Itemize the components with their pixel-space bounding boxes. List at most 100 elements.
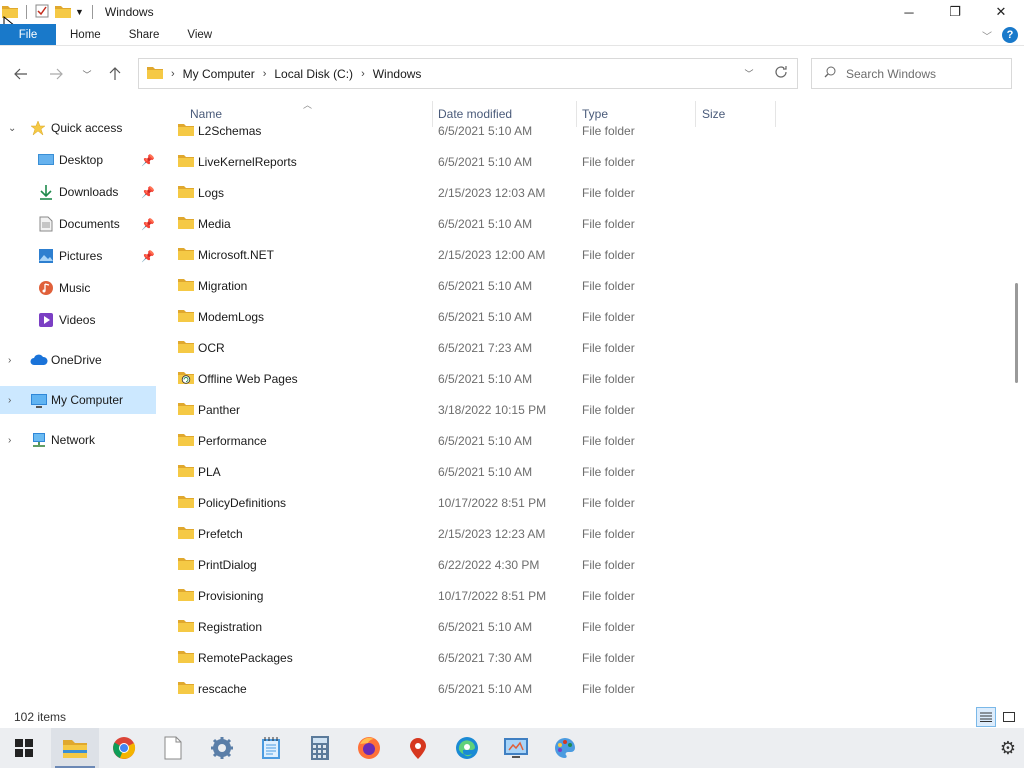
taskbar-notepad[interactable] — [247, 728, 295, 768]
sidebar-item-network[interactable]: › Network — [0, 426, 156, 454]
expand-ribbon-icon[interactable]: ﹀ — [982, 28, 992, 43]
file-name: Migration — [198, 278, 248, 293]
folder-icon — [178, 557, 194, 574]
chevron-right-icon[interactable]: › — [361, 68, 365, 80]
recent-locations-icon[interactable]: ﹀ — [72, 59, 102, 89]
sidebar-item-quick-access[interactable]: ⌄ Quick access — [0, 114, 156, 142]
file-type: File folder — [582, 216, 635, 231]
sidebar-item-documents[interactable]: Documents 📌 — [0, 210, 156, 238]
file-date-modified: 6/5/2021 5:10 AM — [438, 433, 533, 448]
customize-toolbar-icon[interactable]: ▼ — [75, 7, 84, 17]
folder-icon — [178, 278, 194, 295]
taskbar-firefox[interactable] — [345, 728, 393, 768]
address-bar[interactable]: › My Computer › Local Disk (C:) › Window… — [138, 58, 798, 89]
taskbar-file-explorer[interactable] — [51, 728, 99, 768]
table-row[interactable]: Prefetch 2/15/2023 12:23 AM File folder — [170, 518, 1010, 549]
table-row[interactable]: Performance 6/5/2021 5:10 AM File folder — [170, 425, 1010, 456]
table-row[interactable]: Panther 3/18/2022 10:15 PM File folder — [170, 394, 1010, 425]
table-row[interactable]: LiveKernelReports 6/5/2021 5:10 AM File fo… — [170, 146, 1010, 177]
table-row[interactable]: Provisioning 10/17/2022 8:51 PM File folde… — [170, 580, 1010, 611]
offline-folder-icon — [178, 371, 194, 388]
help-icon[interactable]: ? — [1002, 27, 1018, 43]
file-name: PLA — [198, 464, 221, 479]
file-date-modified: 6/5/2021 5:10 AM — [438, 216, 533, 231]
file-name: LiveKernelReports — [198, 154, 297, 169]
table-row[interactable]: Microsoft.NET 2/15/2023 12:00 AM File fold… — [170, 239, 1010, 270]
pin-icon[interactable]: 📌 — [141, 250, 155, 263]
chevron-down-icon[interactable]: ⌄ — [8, 123, 16, 134]
table-row[interactable]: PLA 6/5/2021 5:10 AM File folder — [170, 456, 1010, 487]
taskbar-chrome[interactable] — [100, 728, 148, 768]
search-input[interactable]: Search Windows — [846, 67, 936, 81]
table-row[interactable]: RemotePackages 6/5/2021 7:30 AM File folde… — [170, 642, 1010, 673]
chevron-right-icon[interactable]: › — [8, 435, 11, 446]
taskbar-control-panel[interactable] — [492, 728, 540, 768]
tab-home[interactable]: Home — [56, 24, 115, 45]
table-row[interactable]: Offline Web Pages 6/5/2021 5:10 AM File fo… — [170, 363, 1010, 394]
sidebar-item-downloads[interactable]: Downloads 📌 — [0, 178, 156, 206]
table-row[interactable]: OCR 6/5/2021 7:23 AM File folder — [170, 332, 1010, 363]
folder-icon — [178, 433, 194, 450]
table-row[interactable]: L2Schemas 6/5/2021 5:10 AM File folder — [170, 116, 1010, 146]
sidebar-item-desktop[interactable]: Desktop 📌 — [0, 146, 156, 174]
settings-gear-icon[interactable]: ⚙ — [1000, 738, 1016, 759]
tab-file[interactable]: File — [0, 24, 56, 45]
vertical-scrollbar[interactable] — [1010, 101, 1024, 706]
refresh-icon[interactable] — [765, 65, 797, 82]
pin-icon[interactable]: 📌 — [141, 218, 155, 231]
forward-arrow-icon[interactable] — [41, 59, 71, 89]
table-row[interactable]: rescache 6/5/2021 5:10 AM File folder — [170, 673, 1010, 704]
table-row[interactable]: Registration 6/5/2021 5:10 AM File folder — [170, 611, 1010, 642]
cloud-icon — [30, 354, 48, 369]
search-box[interactable]: Search Windows — [811, 58, 1012, 89]
table-row[interactable]: ModemLogs 6/5/2021 5:10 AM File folder — [170, 301, 1010, 332]
download-icon — [38, 184, 54, 203]
close-button[interactable]: ✕ — [978, 0, 1024, 24]
search-icon — [824, 66, 836, 81]
scrollbar-thumb[interactable] — [1015, 283, 1018, 383]
up-arrow-icon[interactable] — [100, 59, 130, 89]
taskbar-edge[interactable] — [443, 728, 491, 768]
tab-share[interactable]: Share — [115, 24, 174, 45]
taskbar-maps[interactable] — [394, 728, 442, 768]
properties-icon[interactable] — [35, 4, 49, 21]
table-row[interactable]: Media 6/5/2021 5:10 AM File folder — [170, 208, 1010, 239]
chevron-right-icon[interactable]: › — [8, 355, 11, 366]
minimize-button[interactable]: ─ — [886, 0, 932, 24]
large-icons-view-button[interactable] — [999, 707, 1019, 727]
sidebar-item-music[interactable]: Music — [0, 274, 156, 302]
videos-icon — [38, 312, 54, 331]
tab-view[interactable]: View — [173, 24, 226, 45]
taskbar-settings[interactable] — [198, 728, 246, 768]
taskbar-blank-file[interactable] — [149, 728, 197, 768]
taskbar-calculator[interactable] — [296, 728, 344, 768]
table-row[interactable]: Logs 2/15/2023 12:03 AM File folder — [170, 177, 1010, 208]
sidebar-item-my-computer[interactable]: › My Computer — [0, 386, 156, 414]
back-arrow-icon[interactable] — [6, 59, 36, 89]
table-row[interactable]: PrintDialog 6/22/2022 4:30 PM File folder — [170, 549, 1010, 580]
breadcrumb-my-computer[interactable]: My Computer — [183, 67, 255, 81]
taskbar-paint[interactable] — [541, 728, 589, 768]
file-name: RemotePackages — [198, 650, 293, 665]
pin-icon[interactable]: 📌 — [141, 186, 155, 199]
file-type: File folder — [582, 278, 635, 293]
start-button[interactable] — [0, 728, 48, 768]
sidebar-item-onedrive[interactable]: › OneDrive — [0, 346, 156, 374]
table-row[interactable]: Migration 6/5/2021 5:10 AM File folder — [170, 270, 1010, 301]
file-date-modified: 6/5/2021 5:10 AM — [438, 278, 533, 293]
maximize-button[interactable]: ❐ — [932, 0, 978, 24]
table-row[interactable]: PolicyDefinitions 10/17/2022 8:51 PM File … — [170, 487, 1010, 518]
chevron-right-icon[interactable]: › — [263, 68, 267, 80]
pin-icon[interactable]: 📌 — [141, 154, 155, 167]
sidebar-item-pictures[interactable]: Pictures 📌 — [0, 242, 156, 270]
start-icon — [15, 739, 33, 757]
ribbon-tabs: File Home Share View ﹀ ? — [0, 24, 1024, 46]
new-folder-icon[interactable] — [55, 4, 71, 21]
breadcrumb-windows[interactable]: Windows — [373, 67, 422, 81]
sidebar-item-videos[interactable]: Videos — [0, 306, 156, 334]
address-history-icon[interactable]: ﹀ — [733, 67, 765, 80]
details-view-button[interactable] — [976, 707, 996, 727]
breadcrumb-local-disk[interactable]: Local Disk (C:) — [274, 67, 353, 81]
chevron-right-icon[interactable]: › — [171, 68, 175, 80]
chevron-right-icon[interactable]: › — [8, 395, 11, 406]
